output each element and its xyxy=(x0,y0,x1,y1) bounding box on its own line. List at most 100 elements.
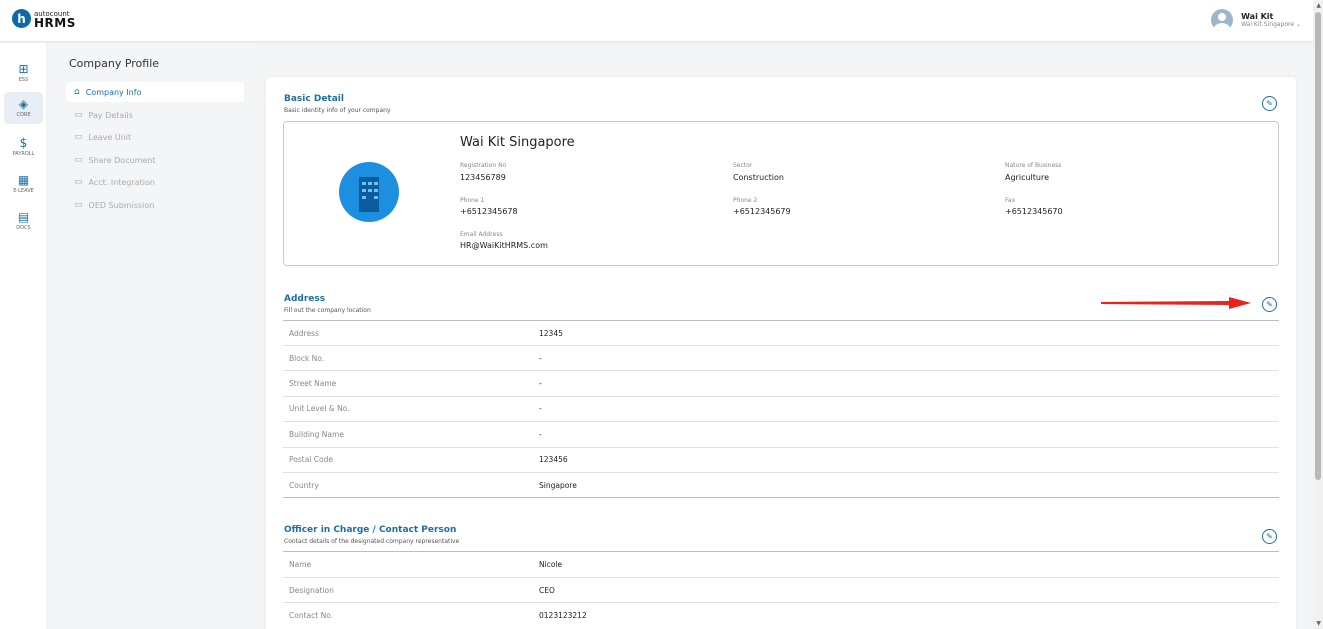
address-row-label: Postal Code xyxy=(289,455,333,464)
subnav-item-acct-integration[interactable]: ▭ Acct. Integration xyxy=(66,172,244,192)
nature-of-business-value: Agriculture xyxy=(1005,173,1049,182)
rail-item-ess[interactable]: ⊞ ESS xyxy=(4,57,43,89)
core-icon: ◈ xyxy=(18,97,29,111)
field-label: Phone 1 xyxy=(460,197,485,204)
submission-icon: ▭ xyxy=(74,200,83,210)
basic-detail-box: Wai Kit Singapore Registration No 123456… xyxy=(283,121,1279,266)
rail-item-e-leave[interactable]: ▦ E-LEAVE xyxy=(4,168,43,200)
address-row-value: 12345 xyxy=(539,329,563,338)
page-title: Company Profile xyxy=(69,57,160,70)
divider xyxy=(283,396,1279,397)
address-subtitle: Fill out the company location xyxy=(284,307,371,314)
address-row-label: Unit Level & No. xyxy=(289,404,350,413)
company-building-icon xyxy=(339,162,399,222)
address-row-label: Block No. xyxy=(289,354,325,363)
divider xyxy=(283,577,1279,578)
user-company-dropdown[interactable]: Wai Kit Singapore ⌄ xyxy=(1241,21,1301,28)
document-icon: ▭ xyxy=(74,132,83,142)
officer-row-label: Name xyxy=(289,560,312,569)
page-scrollbar[interactable]: ▲ ▼ xyxy=(1313,0,1323,629)
officer-row-label: Contact No. xyxy=(289,611,334,620)
registration-no-value: 123456789 xyxy=(460,173,506,182)
field-label: Nature of Business xyxy=(1005,162,1062,169)
address-row-value: - xyxy=(539,379,542,388)
edit-basic-detail-button[interactable]: ✎ xyxy=(1262,96,1277,111)
sector-value: Construction xyxy=(733,173,784,182)
user-menu[interactable]: Wai Kit Wai Kit Singapore ⌄ xyxy=(1211,9,1301,31)
rail-item-docs[interactable]: ▤ DOCS xyxy=(4,205,43,237)
officer-row-label: Designation xyxy=(289,586,334,595)
email-value: HR@WaiKitHRMS.com xyxy=(460,241,548,250)
field-label: Phone 2 xyxy=(733,197,758,204)
address-row-value: - xyxy=(539,354,542,363)
divider xyxy=(283,345,1279,346)
officer-title: Officer in Charge / Contact Person xyxy=(284,525,457,535)
app-logo[interactable]: h autocount HRMS xyxy=(12,9,76,30)
red-arrow-annotation xyxy=(1101,297,1251,309)
phone-2-value: +6512345679 xyxy=(733,207,791,216)
divider xyxy=(283,472,1279,473)
top-bar: h autocount HRMS Wai Kit Wai Kit Singapo… xyxy=(0,0,1313,42)
rail-label: DOCS xyxy=(16,225,31,231)
divider xyxy=(283,421,1279,422)
address-title: Address xyxy=(284,294,326,304)
subnav-item-share-document[interactable]: ▭ Share Document xyxy=(66,150,244,170)
subnav-label: Share Document xyxy=(88,155,156,165)
rail-label: ESS xyxy=(18,77,29,83)
subnav-label: Pay Details xyxy=(88,110,133,120)
scroll-thumb[interactable] xyxy=(1315,12,1321,480)
subnav-item-pay-details[interactable]: ▭ Pay Details xyxy=(66,105,244,125)
divider xyxy=(283,497,1279,498)
address-row-value: - xyxy=(539,430,542,439)
field-label: Fax xyxy=(1005,197,1016,204)
rail-label: PAYROLL xyxy=(12,151,35,157)
subnav-label: OED Submission xyxy=(88,200,155,210)
subnav-label: Acct. Integration xyxy=(88,177,155,187)
pencil-icon: ✎ xyxy=(1266,300,1273,309)
subnav-item-company-info[interactable]: ⌂ Company Info xyxy=(66,82,244,102)
payroll-icon: $ xyxy=(19,136,28,150)
address-row-label: Country xyxy=(289,481,319,490)
integration-icon: ▭ xyxy=(74,177,83,187)
basic-detail-title: Basic Detail xyxy=(284,94,344,104)
scroll-down-icon[interactable]: ▼ xyxy=(1316,620,1321,627)
field-label: Email Address xyxy=(460,231,503,238)
rail-label: CORE xyxy=(16,112,31,118)
address-row-value: Singapore xyxy=(539,481,577,490)
edit-officer-button[interactable]: ✎ xyxy=(1262,529,1277,544)
calendar-icon: ▦ xyxy=(17,173,30,187)
divider xyxy=(283,370,1279,371)
officer-row-value: 0123123212 xyxy=(539,611,587,620)
edit-address-button[interactable]: ✎ xyxy=(1262,297,1277,312)
rail-item-payroll[interactable]: $ PAYROLL xyxy=(4,131,43,163)
company-info-card: Basic Detail Basic identity info of your… xyxy=(266,77,1296,629)
rail-label: E-LEAVE xyxy=(13,188,34,194)
address-row-label: Building Name xyxy=(289,430,344,439)
module-rail: ⊞ ESS ◈ CORE $ PAYROLL ▦ E-LEAVE ▤ DOCS xyxy=(0,43,47,629)
subnav-label: Company Info xyxy=(85,87,142,97)
subnav-item-leave-unit[interactable]: ▭ Leave Unit xyxy=(66,127,244,147)
field-label: Sector xyxy=(733,162,753,169)
phone-1-value: +6512345678 xyxy=(460,207,518,216)
fax-value: +6512345670 xyxy=(1005,207,1063,216)
pencil-icon: ✎ xyxy=(1266,99,1273,108)
company-name: Wai Kit Singapore xyxy=(460,135,575,150)
subnav-item-oed-submission[interactable]: ▭ OED Submission xyxy=(66,195,244,215)
ess-icon: ⊞ xyxy=(18,62,29,76)
divider xyxy=(283,320,1279,321)
divider xyxy=(283,551,1279,552)
officer-row-value: CEO xyxy=(539,586,555,595)
scroll-up-icon[interactable]: ▲ xyxy=(1316,2,1321,9)
divider xyxy=(283,447,1279,448)
rail-item-core[interactable]: ◈ CORE xyxy=(4,92,43,124)
avatar xyxy=(1211,9,1234,31)
logo-icon: h xyxy=(12,9,31,28)
basic-detail-subtitle: Basic identity info of your company xyxy=(284,107,391,114)
pencil-icon: ✎ xyxy=(1266,532,1273,541)
address-row-label: Street Name xyxy=(289,379,337,388)
logo-brand-big: HRMS xyxy=(34,15,76,30)
divider xyxy=(283,602,1279,603)
address-row-value: 123456 xyxy=(539,455,568,464)
officer-row-value: Nicole xyxy=(539,560,563,569)
document-icon: ▭ xyxy=(74,110,83,120)
